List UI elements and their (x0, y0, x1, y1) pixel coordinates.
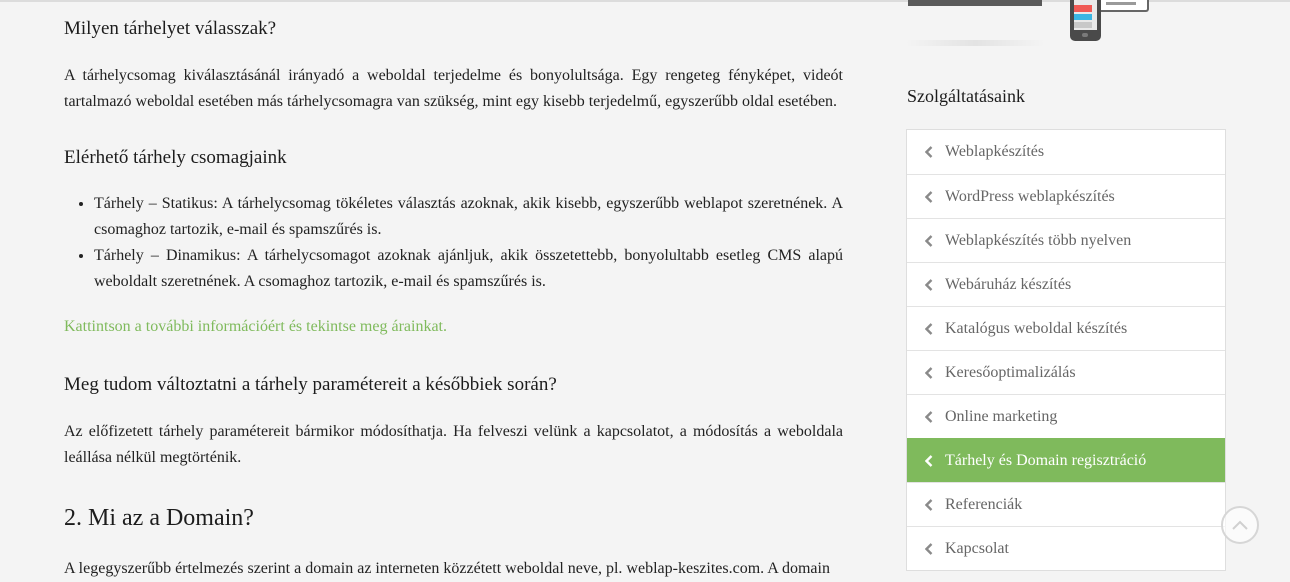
chevron-up-icon (1232, 520, 1248, 530)
laptop-image (908, 0, 1042, 6)
sidebar-item-label: Katalógus weboldal készítés (945, 319, 1128, 337)
sidebar-item-label: Keresőoptimalizálás (945, 363, 1076, 381)
phone-image (1070, 0, 1101, 41)
sidebar-item-0[interactable]: Weblapkészítés (907, 130, 1225, 174)
chevron-left-icon (919, 275, 939, 295)
package-item-dynamic: Tárhely – Dinamikus: A tárhelycsomagot a… (94, 243, 843, 295)
sidebar-item-label: Online marketing (945, 407, 1058, 425)
chevron-left-icon (919, 495, 939, 515)
chevron-left-icon (919, 539, 939, 559)
packages-title: Elérhető tárhely csomagjaink (64, 147, 287, 168)
domain-heading: 2. Mi az a Domain? (64, 505, 254, 531)
question-title-storage: Milyen tárhelyet válasszak? (64, 18, 277, 39)
sidebar-title: Szolgáltatásaink (907, 86, 1025, 106)
sidebar-item-label: Webáruház készítés (945, 275, 1072, 293)
chevron-left-icon (919, 187, 939, 207)
sidebar-item-label: Kapcsolat (945, 539, 1009, 557)
sidebar-item-4[interactable]: Katalógus weboldal készítés (907, 306, 1225, 350)
sidebar-item-8[interactable]: Referenciák (907, 482, 1225, 526)
sidebar-item-6[interactable]: Online marketing (907, 394, 1225, 438)
sidebar-item-5[interactable]: Keresőoptimalizálás (907, 350, 1225, 394)
question-text-storage: A tárhelycsomag kiválasztásánál irányadó… (64, 67, 843, 110)
domain-text: A legegyszerűbb értelmezés szerint a dom… (64, 560, 830, 577)
package-item-static: Tárhely – Statikus: A tárhelycsomag töké… (94, 191, 843, 243)
chevron-left-icon (919, 363, 939, 383)
sidebar-item-label: WordPress weblapkészítés (945, 187, 1115, 205)
sidebar-item-2[interactable]: Weblapkészítés több nyelven (907, 218, 1225, 262)
sidebar-item-label: Tárhely és Domain regisztráció (945, 451, 1147, 469)
chevron-left-icon (919, 407, 939, 427)
chevron-left-icon (919, 142, 939, 162)
sidebar-item-label: Weblapkészítés (945, 143, 1045, 160)
chevron-left-icon (919, 451, 939, 471)
question-text-change: Az előfizetett tárhely paramétereit bárm… (64, 423, 843, 466)
question-title-change: Meg tudom változtatni a tárhely paraméte… (64, 374, 557, 395)
chevron-left-icon (919, 319, 939, 339)
scroll-to-top-button[interactable] (1221, 506, 1259, 544)
sidebar-item-3[interactable]: Webáruház készítés (907, 262, 1225, 306)
sidebar-item-label: Referenciák (945, 495, 1023, 513)
sidebar-item-1[interactable]: WordPress weblapkészítés (907, 174, 1225, 218)
sidebar-item-label: Weblapkészítés több nyelven (945, 231, 1132, 249)
sidebar-item-9[interactable]: Kapcsolat (907, 526, 1225, 570)
packages-list: Tárhely – Statikus: A tárhelycsomag töké… (64, 191, 843, 295)
services-menu: Weblapkészítés WordPress weblapkészítés We… (906, 129, 1226, 571)
tablet-image (1094, 0, 1149, 12)
sidebar-item-7[interactable]: Tárhely és Domain regisztráció (907, 438, 1225, 482)
more-info-link[interactable]: Kattintson a további információért és te… (64, 318, 447, 336)
chevron-left-icon (919, 231, 939, 251)
